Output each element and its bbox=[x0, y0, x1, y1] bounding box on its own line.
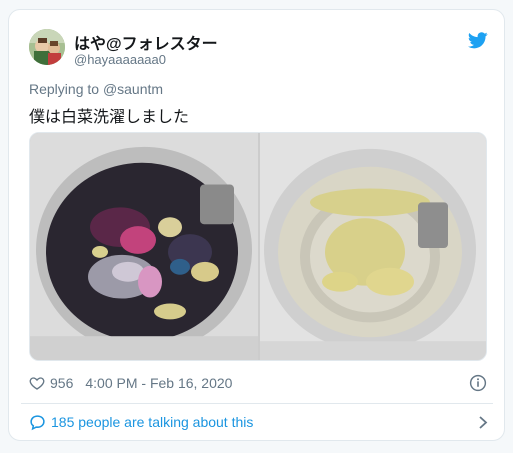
author-name[interactable]: はや@フォレスター bbox=[74, 30, 218, 54]
tweet-card: はや@フォレスター @hayaaaaaaa0 Replying to @saun… bbox=[8, 9, 505, 441]
heart-icon[interactable] bbox=[29, 375, 45, 391]
chevron-right-icon[interactable] bbox=[477, 415, 489, 430]
author-handle[interactable]: @hayaaaaaaa0 bbox=[74, 52, 166, 67]
twitter-bird-icon[interactable] bbox=[468, 32, 488, 49]
conversation-link[interactable]: 185 people are talking about this bbox=[21, 404, 493, 441]
reply-context: Replying to @sauntm bbox=[29, 81, 163, 97]
speech-bubble-icon bbox=[30, 415, 45, 431]
tweet-meta: 956 4:00 PM - Feb 16, 2020 bbox=[29, 374, 232, 392]
reply-prefix: Replying to bbox=[29, 81, 100, 97]
avatar[interactable] bbox=[29, 29, 65, 65]
info-icon[interactable] bbox=[469, 374, 487, 392]
media-grid bbox=[29, 132, 487, 361]
conversation-count[interactable]: 185 people are talking about this bbox=[51, 414, 253, 430]
like-count[interactable]: 956 bbox=[50, 375, 73, 391]
photo-washer-cabbage[interactable] bbox=[260, 133, 487, 360]
tweet-timestamp[interactable]: 4:00 PM - Feb 16, 2020 bbox=[85, 375, 232, 391]
photo-washer-clothes[interactable] bbox=[30, 133, 258, 360]
tweet-text: 僕は白菜洗濯しました bbox=[29, 109, 190, 126]
reply-mention-link[interactable]: @sauntm bbox=[103, 81, 163, 97]
